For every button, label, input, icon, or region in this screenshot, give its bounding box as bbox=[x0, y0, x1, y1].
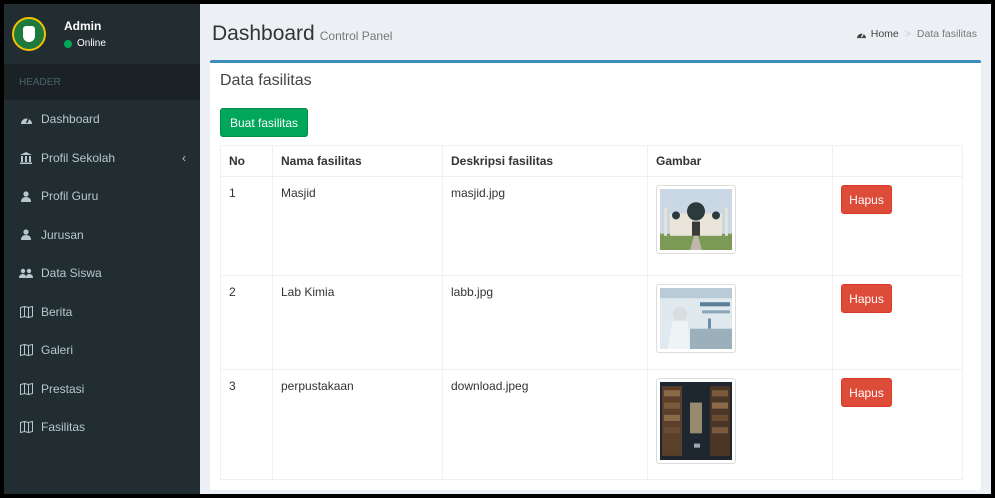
cell-action: Hapus bbox=[832, 176, 963, 276]
online-dot-icon bbox=[64, 39, 72, 48]
sidebar-item-profil-guru[interactable]: Profil Guru bbox=[4, 177, 200, 216]
cell-image bbox=[647, 176, 833, 276]
sidebar-header: HEADER bbox=[4, 64, 200, 100]
sidebar-item-jurusan[interactable]: Jurusan bbox=[4, 216, 200, 255]
cell-name: Lab Kimia bbox=[272, 275, 443, 370]
cell-description: labb.jpg bbox=[442, 275, 648, 370]
cell-image bbox=[647, 369, 833, 480]
sidebar-item-label: Profil Sekolah bbox=[41, 150, 116, 165]
breadcrumb-home-link[interactable]: Home bbox=[871, 28, 899, 40]
content-header: Dashboard Control Panel Home > Data fasil… bbox=[200, 4, 991, 56]
sidebar-item-data-siswa[interactable]: Data Siswa bbox=[4, 254, 200, 293]
sidebar-item-galeri[interactable]: Galeri bbox=[4, 331, 200, 370]
map-icon bbox=[19, 305, 33, 318]
sidebar-item-label: Data Siswa bbox=[41, 266, 102, 281]
dashboard-icon bbox=[19, 113, 33, 125]
cell-action: Hapus bbox=[832, 275, 963, 370]
table-row: 2 Lab Kimia labb.jpg Hapus bbox=[220, 275, 963, 370]
users-icon bbox=[19, 267, 33, 279]
delete-button[interactable]: Hapus bbox=[841, 378, 892, 407]
facilities-table: No Nama fasilitas Deskripsi fasilitas Ga… bbox=[220, 145, 963, 480]
sidebar-item-label: Berita bbox=[41, 304, 73, 319]
map-icon bbox=[19, 421, 33, 434]
user-icon bbox=[19, 190, 33, 202]
cell-description: download.jpeg bbox=[442, 369, 648, 480]
lab-thumbnail bbox=[656, 284, 736, 353]
cell-name: Masjid bbox=[272, 176, 443, 276]
library-thumbnail bbox=[656, 378, 736, 464]
facilities-box: Data fasilitas Buat fasilitas No Nama fa… bbox=[210, 60, 981, 490]
column-header-action bbox=[832, 145, 963, 177]
cell-description: masjid.jpg bbox=[442, 176, 648, 276]
column-header-image: Gambar bbox=[647, 145, 833, 177]
column-header-no: No bbox=[220, 145, 273, 177]
table-row: 1 Masjid masjid.jpg Hapus bbox=[220, 176, 963, 276]
box-title: Data fasilitas bbox=[220, 72, 312, 89]
app-frame: Admin Online HEADER Dashboard Profil Sek… bbox=[4, 4, 991, 494]
table-row: 3 perpustakaan download.jpeg Hapus bbox=[220, 369, 963, 480]
cell-action: Hapus bbox=[832, 369, 963, 480]
table-header-row: No Nama fasilitas Deskripsi fasilitas Ga… bbox=[220, 145, 963, 177]
breadcrumb-separator: > bbox=[904, 28, 911, 40]
sidebar-item-label: Dashboard bbox=[41, 112, 100, 127]
cell-image bbox=[647, 275, 833, 370]
map-icon bbox=[19, 344, 33, 357]
cell-no: 1 bbox=[220, 176, 273, 276]
sidebar-item-label: Fasilitas bbox=[41, 420, 86, 435]
sidebar-item-profil-sekolah[interactable]: Profil Sekolah ‹ bbox=[4, 139, 200, 178]
delete-button[interactable]: Hapus bbox=[841, 284, 892, 313]
map-icon bbox=[19, 382, 33, 395]
user-name: Admin bbox=[64, 19, 102, 33]
chevron-left-icon: ‹ bbox=[182, 150, 186, 165]
page-subtitle: Control Panel bbox=[319, 29, 393, 43]
sidebar-item-label: Galeri bbox=[41, 343, 74, 358]
page-title: Dashboard Control Panel bbox=[212, 22, 392, 46]
page-title-text: Dashboard bbox=[212, 22, 315, 45]
sidebar-item-prestasi[interactable]: Prestasi bbox=[4, 370, 200, 409]
breadcrumb-current: Data fasilitas bbox=[916, 28, 977, 40]
create-facility-button[interactable]: Buat fasilitas bbox=[220, 108, 309, 137]
cell-name: perpustakaan bbox=[272, 369, 443, 480]
sidebar-item-label: Jurusan bbox=[41, 227, 84, 242]
cell-no: 2 bbox=[220, 275, 273, 370]
sidebar-item-dashboard[interactable]: Dashboard bbox=[4, 100, 200, 139]
mosque-thumbnail bbox=[656, 185, 736, 254]
sidebar: Admin Online HEADER Dashboard Profil Sek… bbox=[4, 4, 200, 494]
user-status: Online bbox=[64, 38, 106, 49]
dashboard-icon bbox=[856, 30, 867, 39]
column-header-name: Nama fasilitas bbox=[272, 145, 443, 177]
facilities-table-wrap: No Nama fasilitas Deskripsi fasilitas Ga… bbox=[220, 145, 963, 480]
sidebar-item-fasilitas[interactable]: Fasilitas bbox=[4, 408, 200, 447]
avatar bbox=[12, 17, 46, 51]
breadcrumb: Home > Data fasilitas bbox=[856, 28, 977, 40]
column-header-description: Deskripsi fasilitas bbox=[442, 145, 648, 177]
sidebar-item-berita[interactable]: Berita bbox=[4, 293, 200, 332]
sidebar-item-label: Profil Guru bbox=[41, 189, 99, 204]
user-icon bbox=[19, 229, 33, 241]
user-panel: Admin Online bbox=[4, 4, 200, 64]
user-status-label: Online bbox=[77, 38, 106, 49]
delete-button[interactable]: Hapus bbox=[841, 185, 892, 214]
institution-icon bbox=[19, 151, 33, 164]
sidebar-item-label: Prestasi bbox=[41, 381, 85, 396]
cell-no: 3 bbox=[220, 369, 273, 480]
